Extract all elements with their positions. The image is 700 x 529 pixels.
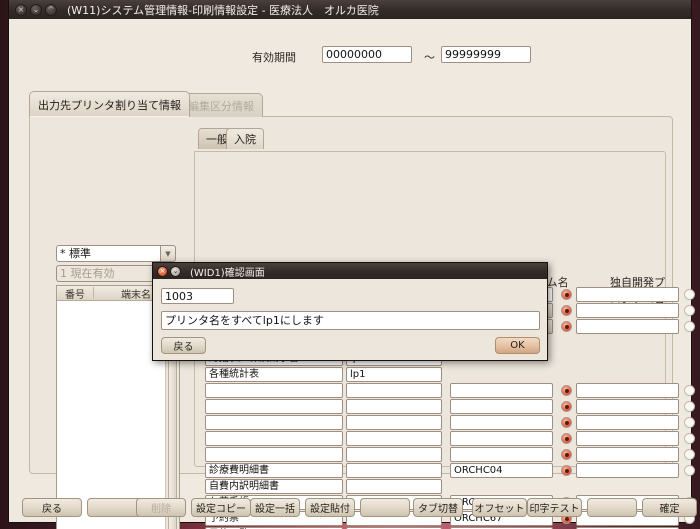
window-client-area: 有効期間 ～ 出力先プリンタ割り当て情報 帳票編集区分情報 * 標準 ▼ 1 現… (9, 19, 691, 522)
window-title: (W11)システム管理情報-印刷情報設定 - 医療法人 オルカ医院 (67, 2, 379, 18)
dialog-message: プリンタ名をすべてlp1にします (161, 311, 540, 330)
custom-program-radio[interactable] (684, 417, 695, 428)
custom-program-cell[interactable] (576, 383, 679, 398)
custom-program-cell[interactable] (576, 303, 679, 318)
standard-select[interactable]: * 標準 ▼ (56, 245, 176, 262)
tab-inpatient[interactable]: 入院 (226, 128, 264, 149)
bottom-button-blank-10[interactable] (587, 498, 637, 517)
form-name-cell[interactable]: 各種統計表 (205, 367, 343, 382)
standard-program-radio[interactable] (561, 385, 572, 396)
standard-program-cell[interactable] (450, 383, 553, 398)
printer-name-cell[interactable] (346, 431, 442, 446)
dialog-close-glyph: × (158, 267, 167, 276)
table-row (30, 383, 672, 398)
standard-program-cell[interactable] (450, 447, 553, 462)
bottom-button-3[interactable]: 設定コピー (191, 498, 251, 517)
standard-program-radio[interactable] (561, 417, 572, 428)
standard-program-radio[interactable] (561, 465, 572, 476)
standard-program-cell[interactable] (450, 399, 553, 414)
bottom-button-blank-6[interactable] (360, 498, 410, 517)
table-row (30, 415, 672, 430)
bottom-button-11[interactable]: 確定 (642, 498, 697, 517)
custom-program-cell[interactable] (576, 431, 679, 446)
table-row (30, 431, 672, 446)
bottom-button-bar: 戻る削除設定コピー設定一括設定貼付タブ切替オフセット印字テスト確定 (9, 492, 691, 522)
close-icon[interactable]: × (15, 4, 27, 16)
window-controls: × ⌄ ^ (15, 4, 57, 16)
bottom-button-7[interactable]: タブ切替 (413, 498, 463, 517)
dialog-minimize-glyph: ⌄ (171, 267, 180, 276)
printer-name-cell[interactable] (346, 463, 442, 478)
standard-program-radio[interactable] (561, 433, 572, 444)
dialog-titlebar: × ⌄ (WID1)確認画面 (153, 263, 547, 279)
validity-select-value: 1 現在有効 (56, 265, 160, 282)
bottom-button-2: 削除 (136, 498, 186, 517)
bottom-button-5[interactable]: 設定貼付 (305, 498, 355, 517)
custom-program-radio[interactable] (684, 321, 695, 332)
form-name-cell[interactable] (205, 399, 343, 414)
dialog-window-controls: × ⌄ (157, 266, 181, 277)
table-row (30, 399, 672, 414)
maximize-glyph: ^ (46, 5, 56, 15)
custom-program-cell[interactable] (576, 287, 679, 302)
standard-program-radio[interactable] (561, 321, 572, 332)
dialog-ok-button[interactable]: OK (495, 337, 540, 354)
period-label: 有効期間 (252, 49, 296, 65)
window-titlebar: × ⌄ ^ (W11)システム管理情報-印刷情報設定 - 医療法人 オルカ医院 (9, 0, 691, 19)
chevron-down-icon[interactable]: ▼ (160, 245, 176, 262)
printer-name-cell[interactable] (346, 399, 442, 414)
minimize-glyph: ⌄ (31, 5, 41, 15)
standard-program-cell[interactable]: ORCHC04 (450, 463, 553, 478)
bottom-button-8[interactable]: オフセット (472, 498, 527, 517)
dialog-close-icon[interactable]: × (157, 266, 168, 277)
standard-program-cell[interactable] (450, 415, 553, 430)
custom-program-radio[interactable] (684, 449, 695, 460)
printer-name-cell[interactable] (346, 447, 442, 462)
custom-program-radio[interactable] (684, 289, 695, 300)
period-separator: ～ (424, 49, 435, 65)
printer-name-cell[interactable]: lp1 (346, 367, 442, 382)
custom-program-radio[interactable] (684, 305, 695, 316)
standard-program-radio[interactable] (561, 449, 572, 460)
table-row: 各種統計表lp1 (30, 367, 672, 382)
confirmation-dialog: × ⌄ (WID1)確認画面 プリンタ名をすべてlp1にします 戻る OK (152, 262, 548, 361)
maximize-icon[interactable]: ^ (45, 4, 57, 16)
form-name-cell[interactable] (205, 415, 343, 430)
standard-program-radio[interactable] (561, 305, 572, 316)
dialog-back-button[interactable]: 戻る (161, 337, 206, 354)
custom-program-radio[interactable] (684, 465, 695, 476)
custom-program-cell[interactable] (576, 399, 679, 414)
custom-program-cell[interactable] (576, 447, 679, 462)
form-name-cell[interactable] (205, 447, 343, 462)
form-name-cell[interactable]: 診療費明細書 (205, 463, 343, 478)
custom-program-cell[interactable] (576, 415, 679, 430)
standard-program-radio[interactable] (561, 401, 572, 412)
table-row (30, 447, 672, 462)
bottom-button-4[interactable]: 設定一括 (250, 498, 300, 517)
bottom-button-0[interactable]: 戻る (22, 498, 82, 517)
standard-program-cell[interactable] (450, 431, 553, 446)
dialog-title: (WID1)確認画面 (190, 264, 265, 279)
standard-select-value: * 標準 (56, 245, 160, 262)
period-from-input[interactable] (322, 46, 412, 63)
printer-name-cell[interactable] (346, 415, 442, 430)
dialog-minimize-icon[interactable]: ⌄ (170, 266, 181, 277)
custom-program-radio[interactable] (684, 401, 695, 412)
form-name-cell[interactable] (205, 383, 343, 398)
application-window: × ⌄ ^ (W11)システム管理情報-印刷情報設定 - 医療法人 オルカ医院 … (8, 0, 692, 523)
period-to-input[interactable] (441, 46, 531, 63)
custom-program-radio[interactable] (684, 385, 695, 396)
custom-program-cell[interactable] (576, 463, 679, 478)
dialog-code-input[interactable] (161, 288, 234, 304)
tab-printer-assignment[interactable]: 出力先プリンタ割り当て情報 (29, 91, 190, 117)
table-row: 診療費明細書 ORCHC04 (30, 463, 672, 478)
standard-program-radio[interactable] (561, 289, 572, 300)
close-glyph: × (16, 5, 26, 15)
bottom-button-9[interactable]: 印字テスト (527, 498, 582, 517)
printer-name-cell[interactable] (346, 383, 442, 398)
custom-program-cell[interactable] (576, 319, 679, 334)
minimize-icon[interactable]: ⌄ (30, 4, 42, 16)
custom-program-radio[interactable] (684, 433, 695, 444)
form-name-cell[interactable] (205, 431, 343, 446)
